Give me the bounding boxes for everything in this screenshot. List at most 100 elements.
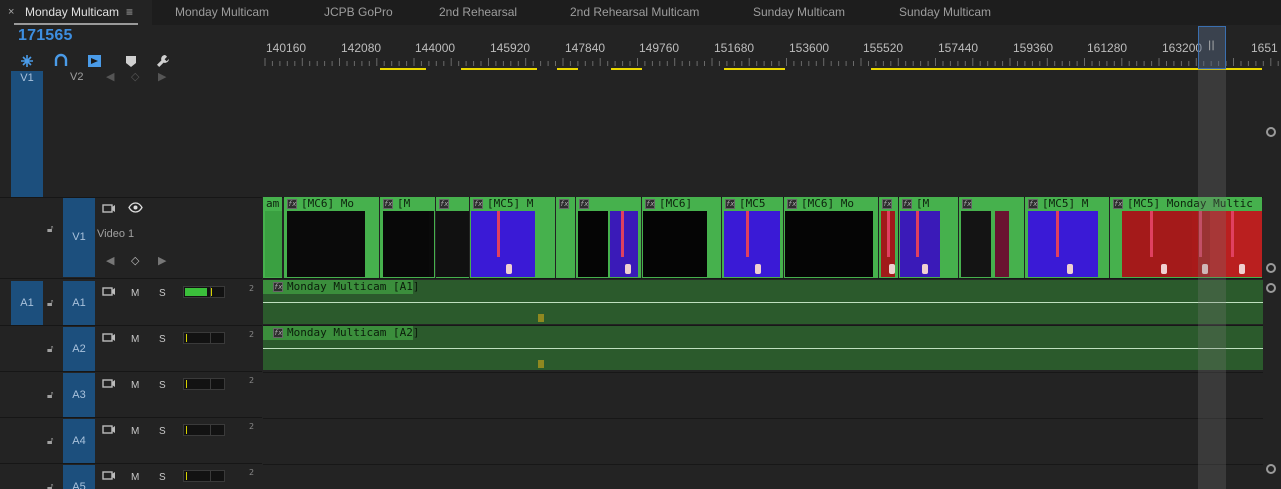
fx-badge-icon: fx <box>1028 199 1038 209</box>
solo-button[interactable]: S <box>159 334 166 345</box>
audio-track-target[interactable]: A5 <box>63 465 95 489</box>
ruler-label: 155520 <box>863 41 904 55</box>
mute-button[interactable]: M <box>131 288 139 299</box>
tab-sunday-multicam[interactable]: Sunday Multicam <box>753 0 845 25</box>
video-clip[interactable]: fx <box>436 197 469 278</box>
audio-track-target[interactable]: A1 <box>63 281 95 325</box>
v1-track-target[interactable]: V1 <box>63 198 95 277</box>
track-height-handle[interactable] <box>1266 283 1276 293</box>
tab-2nd-rehearsal-multicam[interactable]: 2nd Rehearsal Multicam <box>570 0 699 25</box>
track-divider <box>0 371 262 372</box>
video-clip[interactable]: fx <box>879 197 898 278</box>
solo-button[interactable]: S <box>159 380 166 391</box>
tab-jcpb-gopro[interactable]: JCPB GoPro <box>324 0 393 25</box>
track-divider <box>0 278 262 279</box>
meter-peak <box>211 288 212 296</box>
video-clip[interactable]: fx [MC6] <box>642 197 721 278</box>
tab-monday-multicam[interactable]: Monday Multicam <box>175 0 269 25</box>
video-clip[interactable]: fx [MC5] Monday Multic <box>1110 197 1262 278</box>
add-keyframe-icon[interactable]: ◇ <box>131 254 139 267</box>
prev-keyframe-icon[interactable]: ◀ <box>106 70 114 83</box>
keyframe-marker[interactable] <box>538 360 544 368</box>
clip-thumbnail <box>724 211 780 277</box>
audio-track-target[interactable]: A3 <box>63 373 95 417</box>
volume-rubber-band[interactable] <box>263 348 1263 349</box>
sync-lock-icon[interactable] <box>102 470 116 484</box>
playhead-line[interactable] <box>1198 26 1226 489</box>
tab-sunday-multicam-2[interactable]: Sunday Multicam <box>899 0 991 25</box>
sync-lock-icon[interactable] <box>102 424 116 438</box>
video-clip[interactable]: fx [M <box>899 197 958 278</box>
solo-button[interactable]: S <box>159 426 166 437</box>
video-clip[interactable]: fx <box>959 197 1024 278</box>
lock-icon[interactable]: 🔓︎ <box>47 224 53 235</box>
lock-icon[interactable]: 🔓︎ <box>47 344 53 355</box>
clip-header: fx [MC6] Mo <box>284 197 379 210</box>
track-height-handle[interactable] <box>1266 263 1276 273</box>
video-clip[interactable]: fx [MC6] Mo <box>784 197 878 278</box>
video-clip[interactable]: fx [M <box>380 197 435 278</box>
lock-icon[interactable]: 🔓︎ <box>47 298 53 309</box>
next-keyframe-icon[interactable]: ▶ <box>158 70 166 83</box>
fx-badge-icon: fx <box>439 199 449 209</box>
audio-track-target[interactable]: A2 <box>63 327 95 371</box>
linked-selection-icon[interactable] <box>53 53 69 69</box>
add-keyframe-icon[interactable]: ◇ <box>131 70 139 83</box>
video-clip[interactable]: fx [MC5 <box>722 197 783 278</box>
clip-label: [MC6] Mo <box>801 197 854 210</box>
timeline-tracks[interactable]: am fx [MC6] Mo fx [M fx fx [MC5] Mfx fx fx [MC6] fx… <box>263 26 1281 489</box>
snap-icon[interactable] <box>19 53 35 69</box>
track-height-handle[interactable] <box>1266 464 1276 474</box>
audio-meter <box>183 424 225 436</box>
playhead-head[interactable]: || <box>1198 26 1226 69</box>
sync-lock-icon[interactable] <box>102 378 116 392</box>
video-clip[interactable]: fx [MC5] M <box>1025 197 1109 278</box>
add-marker-icon[interactable] <box>87 53 103 69</box>
close-icon[interactable]: × <box>8 0 14 24</box>
audio-clip-a1[interactable]: fx Monday Multicam [A1] <box>263 280 1263 324</box>
marker-icon[interactable] <box>123 53 139 69</box>
mute-button[interactable]: M <box>131 380 139 391</box>
mute-button[interactable]: M <box>131 472 139 483</box>
work-area-bar <box>557 68 578 70</box>
video-clip[interactable]: fx [MC6] Mo <box>284 197 379 278</box>
track-divider <box>0 197 262 198</box>
playhead-timecode[interactable]: 171565 <box>18 27 73 45</box>
v1-source-patch[interactable]: V1 <box>11 71 43 197</box>
volume-rubber-band[interactable] <box>263 302 1263 303</box>
solo-button[interactable]: S <box>159 288 166 299</box>
next-keyframe-icon[interactable]: ▶ <box>158 254 166 267</box>
keyframe-marker[interactable] <box>538 314 544 322</box>
video-clip[interactable]: fx <box>556 197 575 278</box>
sync-lock-icon[interactable] <box>102 286 116 300</box>
solo-button[interactable]: S <box>159 472 166 483</box>
wrench-icon[interactable] <box>155 53 171 69</box>
audio-clip-a2[interactable]: fx Monday Multicam [A2] <box>263 326 1263 370</box>
video-clip[interactable]: fx [MC5] M <box>470 197 555 278</box>
track-height-handle[interactable] <box>1266 127 1276 137</box>
video-clip[interactable]: fx <box>576 197 641 278</box>
audio-track-target[interactable]: A4 <box>63 419 95 463</box>
tab-2nd-rehearsal[interactable]: 2nd Rehearsal <box>439 0 517 25</box>
clip-thumbnail <box>900 211 940 277</box>
fx-badge-icon: fx <box>787 199 797 209</box>
lock-icon[interactable]: 🔓︎ <box>47 390 53 401</box>
fx-badge-icon: fx <box>273 282 283 292</box>
mute-button[interactable]: M <box>131 334 139 345</box>
a1-source-patch[interactable]: A1 <box>11 281 43 325</box>
clip-thumbnail <box>436 211 469 277</box>
clip-header: fx [MC5] M <box>1025 197 1109 210</box>
sync-lock-icon[interactable] <box>102 203 116 217</box>
prev-keyframe-icon[interactable]: ◀ <box>106 254 114 267</box>
clip-header: fx <box>556 197 575 210</box>
tab-monday-multicam-active[interactable]: × Monday Multicam ≡ <box>0 0 152 25</box>
mute-button[interactable]: M <box>131 426 139 437</box>
lock-icon[interactable]: 🔓︎ <box>47 482 53 489</box>
eye-icon[interactable] <box>128 202 143 216</box>
lock-icon[interactable]: 🔓︎ <box>47 436 53 447</box>
clip-thumbnail <box>610 211 638 277</box>
video-clip[interactable]: am <box>263 197 282 278</box>
fx-badge-icon: fx <box>383 199 393 209</box>
sync-lock-icon[interactable] <box>102 332 116 346</box>
panel-menu-icon[interactable]: ≡ <box>126 0 133 24</box>
